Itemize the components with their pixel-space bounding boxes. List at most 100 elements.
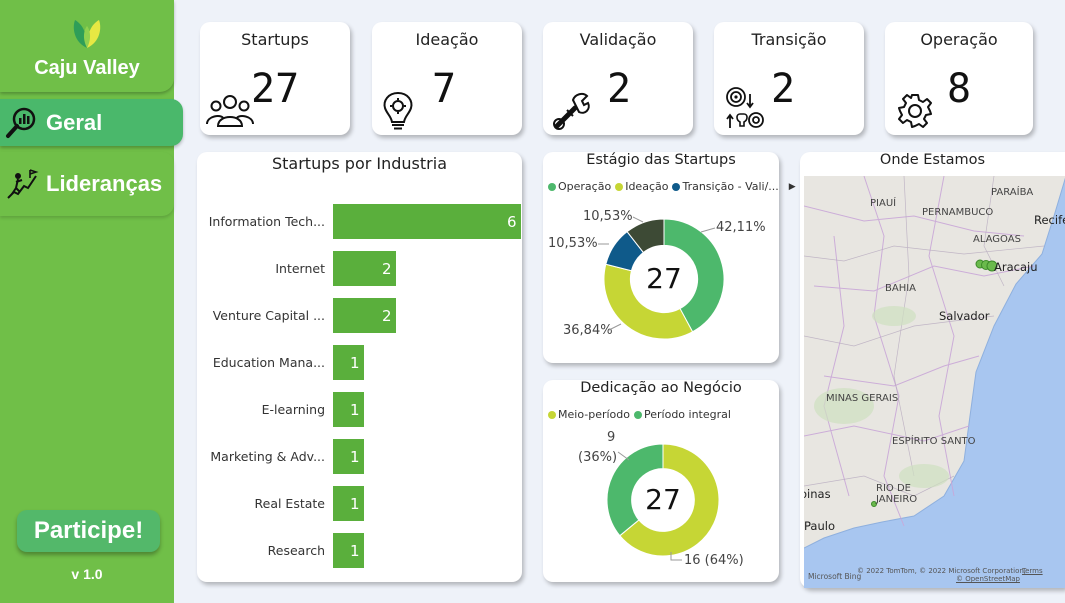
map-label-bahia: BAHIA <box>885 283 917 294</box>
map-canvas[interactable]: PIAUÍ PARAÍBA PERNAMBUCO Recife ALAGOAS … <box>804 176 1065 588</box>
map-label-paraiba: PARAÍBA <box>991 187 1034 198</box>
bar-category-label: Marketing & Adv... <box>210 449 325 464</box>
kpi-value: 8 <box>947 66 972 112</box>
legend-dot <box>548 410 556 419</box>
transition-cycle-icon <box>726 87 764 128</box>
brand-name: Caju Valley <box>34 57 140 79</box>
wrench-tools-icon <box>553 92 590 130</box>
version-label: v 1.0 <box>71 566 103 582</box>
map-panel: Onde Estamos PIAUÍ PARAÍBA PERNAMBUCO Re… <box>800 152 1065 588</box>
bar-value-label: 1 <box>350 495 360 513</box>
legend-scroll-right-icon[interactable]: ▶ <box>789 182 796 192</box>
kpi-card-startups: Startups 27 <box>200 22 350 135</box>
map-label-alagoas: ALAGOAS <box>973 234 1021 245</box>
map-label-recife: Recife <box>1034 213 1065 227</box>
bar-value-label: 1 <box>350 354 360 372</box>
dedication-chart-title: Dedicação ao Negócio <box>580 380 742 396</box>
map-label-pernambuco: PERNAMBUCO <box>922 207 994 218</box>
slice-label-meio: 16 (64%) <box>684 553 744 568</box>
slice-label-other: 10,53% <box>583 209 633 224</box>
participe-button[interactable]: Participe! <box>17 510 160 552</box>
kpi-value: 2 <box>771 66 796 112</box>
stage-donut-chart: Estágio das Startups Operação Ideação Tr… <box>543 152 796 363</box>
bar-category-label: Real Estate <box>254 496 325 511</box>
kpi-title: Startups <box>241 30 309 49</box>
legend-label: Período integral <box>644 408 731 421</box>
bar[interactable] <box>333 204 521 239</box>
map-label-campinas: oinas <box>804 487 831 501</box>
kpi-title: Validação <box>579 30 657 49</box>
map-osm-link[interactable]: © OpenStreetMap <box>956 575 1020 583</box>
kpi-card-operacao: Operação 8 <box>885 22 1033 135</box>
legend-dot <box>672 182 681 191</box>
bar-category-label: Internet <box>275 261 325 276</box>
lightbulb-gear-icon <box>383 91 413 130</box>
sidebar: Caju Valley Geral Lideranças Participe! … <box>0 0 183 603</box>
analytics-search-icon <box>6 107 36 138</box>
bar-value-label: 2 <box>382 260 392 278</box>
map-label-minas-gerais: MINAS GERAIS <box>826 393 899 404</box>
bar-category-label: Education Mana... <box>212 355 325 370</box>
slice-label-transicao: 10,53% <box>548 236 598 251</box>
people-group-icon <box>206 95 254 127</box>
kpi-title: Ideação <box>415 30 479 49</box>
legend-item-operacao[interactable]: Operação <box>548 180 611 193</box>
caju-leaf-logo-icon <box>73 20 101 48</box>
industry-bar-chart: Startups por Industria Information Tech.… <box>197 152 522 582</box>
nav-label-geral: Geral <box>46 109 103 135</box>
map-label-piaui: PIAUÍ <box>870 198 897 209</box>
legend-dot <box>615 182 624 191</box>
legend-item-meio-periodo[interactable]: Meio-período <box>548 408 630 421</box>
bar-value-label: 1 <box>350 401 360 419</box>
kpi-card-transicao: Transição 2 <box>714 22 864 135</box>
legend-item-transicao[interactable]: Transição - Vali/... <box>672 180 779 193</box>
brand-header: Caju Valley <box>0 0 174 92</box>
slice-label-integral-pct: (36%) <box>578 450 618 465</box>
slice-label-operacao: 42,11% <box>716 220 766 235</box>
legend-item-ideacao[interactable]: Ideação <box>615 180 668 193</box>
nav-item-geral[interactable]: Geral <box>0 99 183 146</box>
bar-category-label: Venture Capital ... <box>212 308 325 323</box>
dedication-donut-center: 27 <box>645 483 681 516</box>
bar-category-label: E-learning <box>261 402 325 417</box>
gear-icon <box>898 94 932 128</box>
legend-dot <box>548 182 556 191</box>
map-label-aracaju: Aracaju <box>994 260 1038 274</box>
legend-item-periodo-integral[interactable]: Período integral <box>634 408 731 421</box>
legend-dot <box>634 410 642 419</box>
dedication-donut-chart: Dedicação ao Negócio Meio-período Períod… <box>543 380 779 582</box>
stage-donut-center: 27 <box>646 262 682 295</box>
map-terms-link[interactable]: Terms <box>1022 567 1043 575</box>
map-label-rio: RIO DE <box>876 483 911 494</box>
bar-category-label: Information Tech... <box>208 214 325 229</box>
bar-value-label: 2 <box>382 307 392 325</box>
map-label-sao-paulo: Paulo <box>804 519 835 533</box>
slice-label-integral-count: 9 <box>607 430 616 445</box>
bar-value-label: 6 <box>507 213 517 231</box>
kpi-value: 7 <box>432 66 457 112</box>
legend-label: Meio-período <box>558 408 630 421</box>
kpi-card-ideacao: Ideação 7 <box>372 22 522 135</box>
kpi-title: Transição <box>751 30 827 49</box>
bar-value-label: 1 <box>350 542 360 560</box>
map-title: Onde Estamos <box>879 152 986 168</box>
map-credit: © 2022 TomTom, © 2022 Microsoft Corporat… <box>857 567 1027 575</box>
industry-chart-title: Startups por Industria <box>271 154 447 173</box>
legend-label: Transição - Vali/... <box>682 180 779 193</box>
nav-item-liderancas[interactable]: Lideranças <box>0 152 174 216</box>
map-label-espirito-santo: ESPÍRITO SANTO <box>892 436 976 447</box>
bar-category-label: Research <box>267 543 325 558</box>
slice-label-ideacao: 36,84% <box>563 323 613 338</box>
kpi-card-validacao: Validação 2 <box>543 22 693 135</box>
bar-value-label: 1 <box>350 448 360 466</box>
kpi-value: 27 <box>251 66 300 112</box>
kpi-value: 2 <box>607 66 632 112</box>
nav-label-liderancas: Lideranças <box>46 171 163 196</box>
stage-legend: Operação Ideação Transição - Vali/... ▶ <box>548 180 796 193</box>
map-background <box>804 176 1065 588</box>
legend-label: Ideação <box>625 180 669 193</box>
bing-logo: Microsoft Bing <box>808 572 862 581</box>
kpi-title: Operação <box>920 30 998 49</box>
legend-label: Operação <box>558 180 612 193</box>
dedication-legend: Meio-período Período integral <box>548 408 731 421</box>
